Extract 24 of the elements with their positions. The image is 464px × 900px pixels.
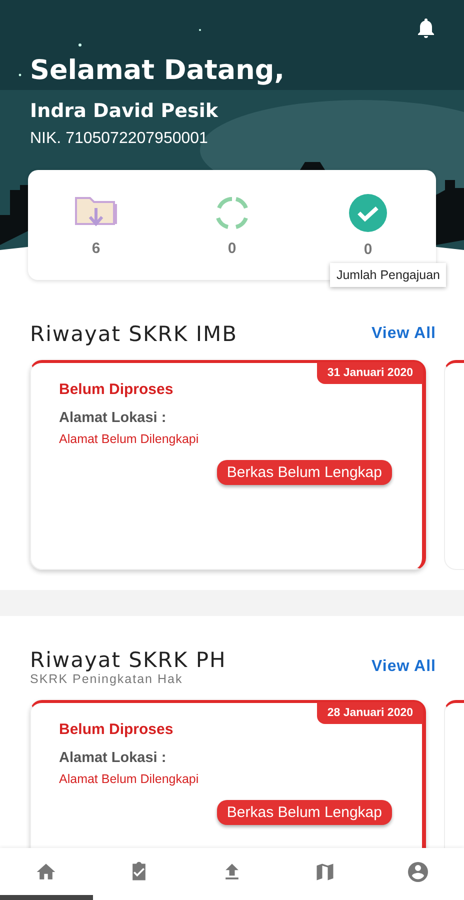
- view-all-link[interactable]: View All: [372, 325, 436, 343]
- address-text: Alamat Belum Dilengkapi: [59, 772, 200, 786]
- stat-count: 0: [228, 240, 236, 256]
- check-circle-icon: [346, 192, 390, 232]
- address-label: Alamat Lokasi :: [59, 410, 168, 426]
- section-title: Riwayat SKRK PH: [30, 648, 226, 672]
- status-badge: Berkas Belum Lengkap: [216, 460, 392, 485]
- address-label: Alamat Lokasi :: [59, 750, 168, 766]
- user-id-number: NIK. 7105072207950001: [30, 130, 209, 148]
- tooltip: Jumlah Pengajuan: [330, 263, 446, 287]
- stat-count: 6: [92, 240, 100, 256]
- date-tag: 31 Januari 2020: [317, 362, 423, 384]
- user-name: Indra David Pesik: [30, 100, 220, 122]
- section-title: Riwayat SKRK IMB: [30, 322, 238, 346]
- status-text: Belum Diproses: [59, 381, 174, 398]
- view-all-link[interactable]: View All: [372, 658, 436, 676]
- date-tag: 28 Januari 2020: [317, 702, 423, 724]
- address-text: Alamat Belum Dilengkapi: [59, 432, 200, 446]
- section-subtitle: SKRK Peningkatan Hak: [30, 672, 184, 686]
- request-card[interactable]: 31 Januari 2020 Belum Diproses Alamat Lokasi : Alamat Belum Dilengkapi Berkas Belum Lengkap: [30, 360, 426, 570]
- stat-count: 0: [364, 240, 372, 258]
- greeting-title: Selamat Datang,: [30, 55, 286, 86]
- status-badge: Berkas Belum Lengkap: [216, 800, 392, 825]
- status-text: Belum Diproses: [59, 721, 174, 738]
